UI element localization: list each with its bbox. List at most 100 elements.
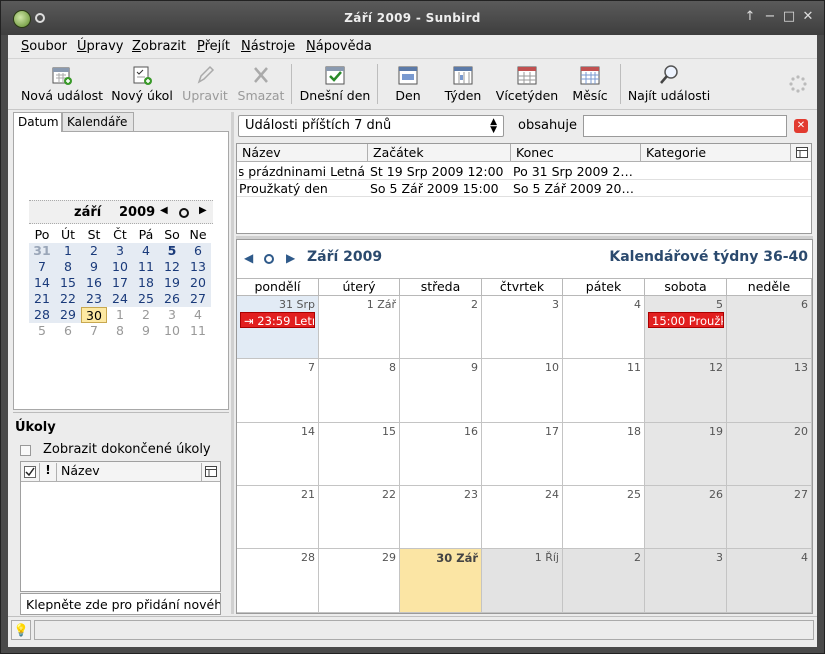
calendar-event[interactable]: 15:00 Proužkatý den <box>648 312 724 328</box>
calendar-day-cell[interactable]: 26 <box>645 486 727 549</box>
mini-calendar-day[interactable]: 24 <box>107 291 133 307</box>
menu-nastroje[interactable]: Nástroje <box>241 39 295 54</box>
close-window-button[interactable]: ✕ <box>800 9 816 25</box>
today-circle-icon[interactable] <box>179 208 189 218</box>
completed-column-header[interactable] <box>21 463 40 481</box>
shade-window-button[interactable]: ↑ <box>742 9 758 25</box>
calendar-day-cell[interactable]: 2 <box>400 296 482 359</box>
column-picker-icon[interactable] <box>796 147 808 158</box>
menu-zobrazit[interactable]: Zobrazit <box>132 39 186 54</box>
today-circle-icon[interactable] <box>264 254 274 264</box>
prev-month-icon[interactable]: ◀ <box>160 205 168 216</box>
mini-calendar-day[interactable]: 12 <box>159 259 185 275</box>
month-view-button[interactable]: Měsíc <box>569 64 611 108</box>
calendar-day-cell[interactable]: 4 <box>563 296 645 359</box>
maximize-button[interactable]: □ <box>781 9 797 25</box>
mini-calendar-day[interactable]: 4 <box>185 307 211 323</box>
mini-calendar-day[interactable]: 18 <box>133 275 159 291</box>
title-bar[interactable]: Září 2009 - Sunbird ↑ − □ ✕ <box>1 1 824 35</box>
mini-calendar-day[interactable]: 10 <box>159 323 185 339</box>
mini-calendar-day[interactable]: 4 <box>133 243 159 259</box>
mini-calendar-day[interactable]: 9 <box>81 259 107 275</box>
today-button[interactable]: Dnešní den <box>297 64 373 108</box>
mini-calendar-day[interactable]: 3 <box>107 243 133 259</box>
next-month-icon[interactable]: ▶ <box>199 205 207 216</box>
menu-prejit[interactable]: Přejít <box>197 39 230 54</box>
calendar-day-cell[interactable]: 30 Zář <box>400 549 482 613</box>
mini-calendar-day[interactable]: 16 <box>81 275 107 291</box>
calendar-day-cell[interactable]: 19 <box>645 423 727 486</box>
calendar-day-cell[interactable]: 11 <box>563 359 645 423</box>
mini-calendar-month[interactable]: září <box>74 205 101 220</box>
prev-weeks-icon[interactable]: ◀ <box>244 251 253 265</box>
calendar-day-cell[interactable]: 515:00 Proužkatý den <box>645 296 727 359</box>
minimize-button[interactable]: − <box>762 9 778 25</box>
clear-search-icon[interactable]: ✕ <box>794 119 808 133</box>
mini-calendar-day[interactable]: 6 <box>185 243 211 259</box>
mini-calendar-day[interactable]: 13 <box>185 259 211 275</box>
add-task-input[interactable]: Klepněte zde pro přidání nového úkolu <box>20 593 221 615</box>
calendar-day-cell[interactable]: 15 <box>319 423 400 486</box>
calendar-day-cell[interactable]: 1 Zář <box>319 296 400 359</box>
calendar-day-cell[interactable]: 29 <box>319 549 400 613</box>
tasks-list[interactable]: ! Název <box>20 461 221 592</box>
mini-calendar-day[interactable]: 17 <box>107 275 133 291</box>
calendar-day-cell[interactable]: 18 <box>563 423 645 486</box>
mini-calendar-day[interactable]: 31 <box>29 243 55 259</box>
calendar-day-cell[interactable]: 3 <box>482 296 563 359</box>
calendar-day-cell[interactable]: 12 <box>645 359 727 423</box>
delete-button[interactable]: Smazat <box>235 64 287 108</box>
mini-calendar-day[interactable]: 3 <box>159 307 185 323</box>
mini-calendar-day[interactable]: 22 <box>55 291 81 307</box>
mini-calendar-day[interactable]: 29 <box>55 307 81 323</box>
new-task-button[interactable]: Nový úkol <box>109 64 175 108</box>
mini-calendar-day[interactable]: 8 <box>55 259 81 275</box>
mini-calendar-day[interactable]: 11 <box>133 259 159 275</box>
calendar-day-cell[interactable]: 20 <box>727 423 812 486</box>
next-weeks-icon[interactable]: ▶ <box>286 251 295 265</box>
new-event-button[interactable]: Nová událost <box>18 64 106 108</box>
mini-calendar-day[interactable]: 8 <box>107 323 133 339</box>
menu-upravy[interactable]: Úpravy <box>77 39 123 54</box>
mini-calendar-day[interactable]: 21 <box>29 291 55 307</box>
calendar-day-cell[interactable]: 8 <box>319 359 400 423</box>
event-list[interactable]: Název Začátek Konec Kategorie Rozlučka s… <box>236 143 812 234</box>
mini-calendar-day[interactable]: 7 <box>81 323 107 339</box>
menu-napoveda[interactable]: Nápověda <box>306 39 372 54</box>
mini-calendar-day[interactable]: 5 <box>159 243 185 259</box>
tab-kalendare[interactable]: Kalendáře <box>62 112 134 132</box>
mini-calendar-day[interactable]: 25 <box>133 291 159 307</box>
mini-calendar-day[interactable]: 1 <box>55 243 81 259</box>
mini-calendar-day[interactable]: 20 <box>185 275 211 291</box>
mini-calendar-day[interactable]: 26 <box>159 291 185 307</box>
multiweek-view-button[interactable]: Vícetýden <box>495 64 559 108</box>
mini-calendar-day[interactable]: 5 <box>29 323 55 339</box>
mini-calendar-day[interactable]: 1 <box>107 307 133 323</box>
mini-calendar-day[interactable]: 23 <box>81 291 107 307</box>
task-name-column-header[interactable]: Název <box>57 463 202 481</box>
calendar-day-cell[interactable]: 24 <box>482 486 563 549</box>
search-input[interactable] <box>583 115 787 137</box>
find-events-button[interactable]: Najít události <box>625 64 713 108</box>
calendar-day-cell[interactable]: 23 <box>400 486 482 549</box>
calendar-day-cell[interactable]: 31 Srp⇥ 23:59 Letná <box>237 296 319 359</box>
edit-button[interactable]: Upravit <box>179 64 231 108</box>
mini-calendar-day[interactable]: 6 <box>55 323 81 339</box>
col-name-header[interactable]: Název <box>237 144 368 162</box>
calendar-day-cell[interactable]: 7 <box>237 359 319 423</box>
priority-column-header[interactable]: ! <box>40 463 57 481</box>
week-view-button[interactable]: Týden <box>440 64 486 108</box>
event-row[interactable]: Rozlučka s prázdninami Letná St 19 Srp 2… <box>237 163 811 180</box>
calendar-day-cell[interactable]: 21 <box>237 486 319 549</box>
show-completed-checkbox[interactable] <box>20 445 31 456</box>
col-start-header[interactable]: Začátek <box>368 144 511 162</box>
calendar-day-cell[interactable]: 1 Říj <box>482 549 563 613</box>
calendar-day-cell[interactable]: 17 <box>482 423 563 486</box>
calendar-day-cell[interactable]: 27 <box>727 486 812 549</box>
calendar-day-cell[interactable]: 22 <box>319 486 400 549</box>
calendar-day-cell[interactable]: 10 <box>482 359 563 423</box>
event-filter-select[interactable]: Události příštích 7 dnů ▲ ▼ <box>238 115 504 137</box>
calendar-day-cell[interactable]: 2 <box>563 549 645 613</box>
mini-calendar-day[interactable]: 14 <box>29 275 55 291</box>
col-end-header[interactable]: Konec <box>511 144 641 162</box>
